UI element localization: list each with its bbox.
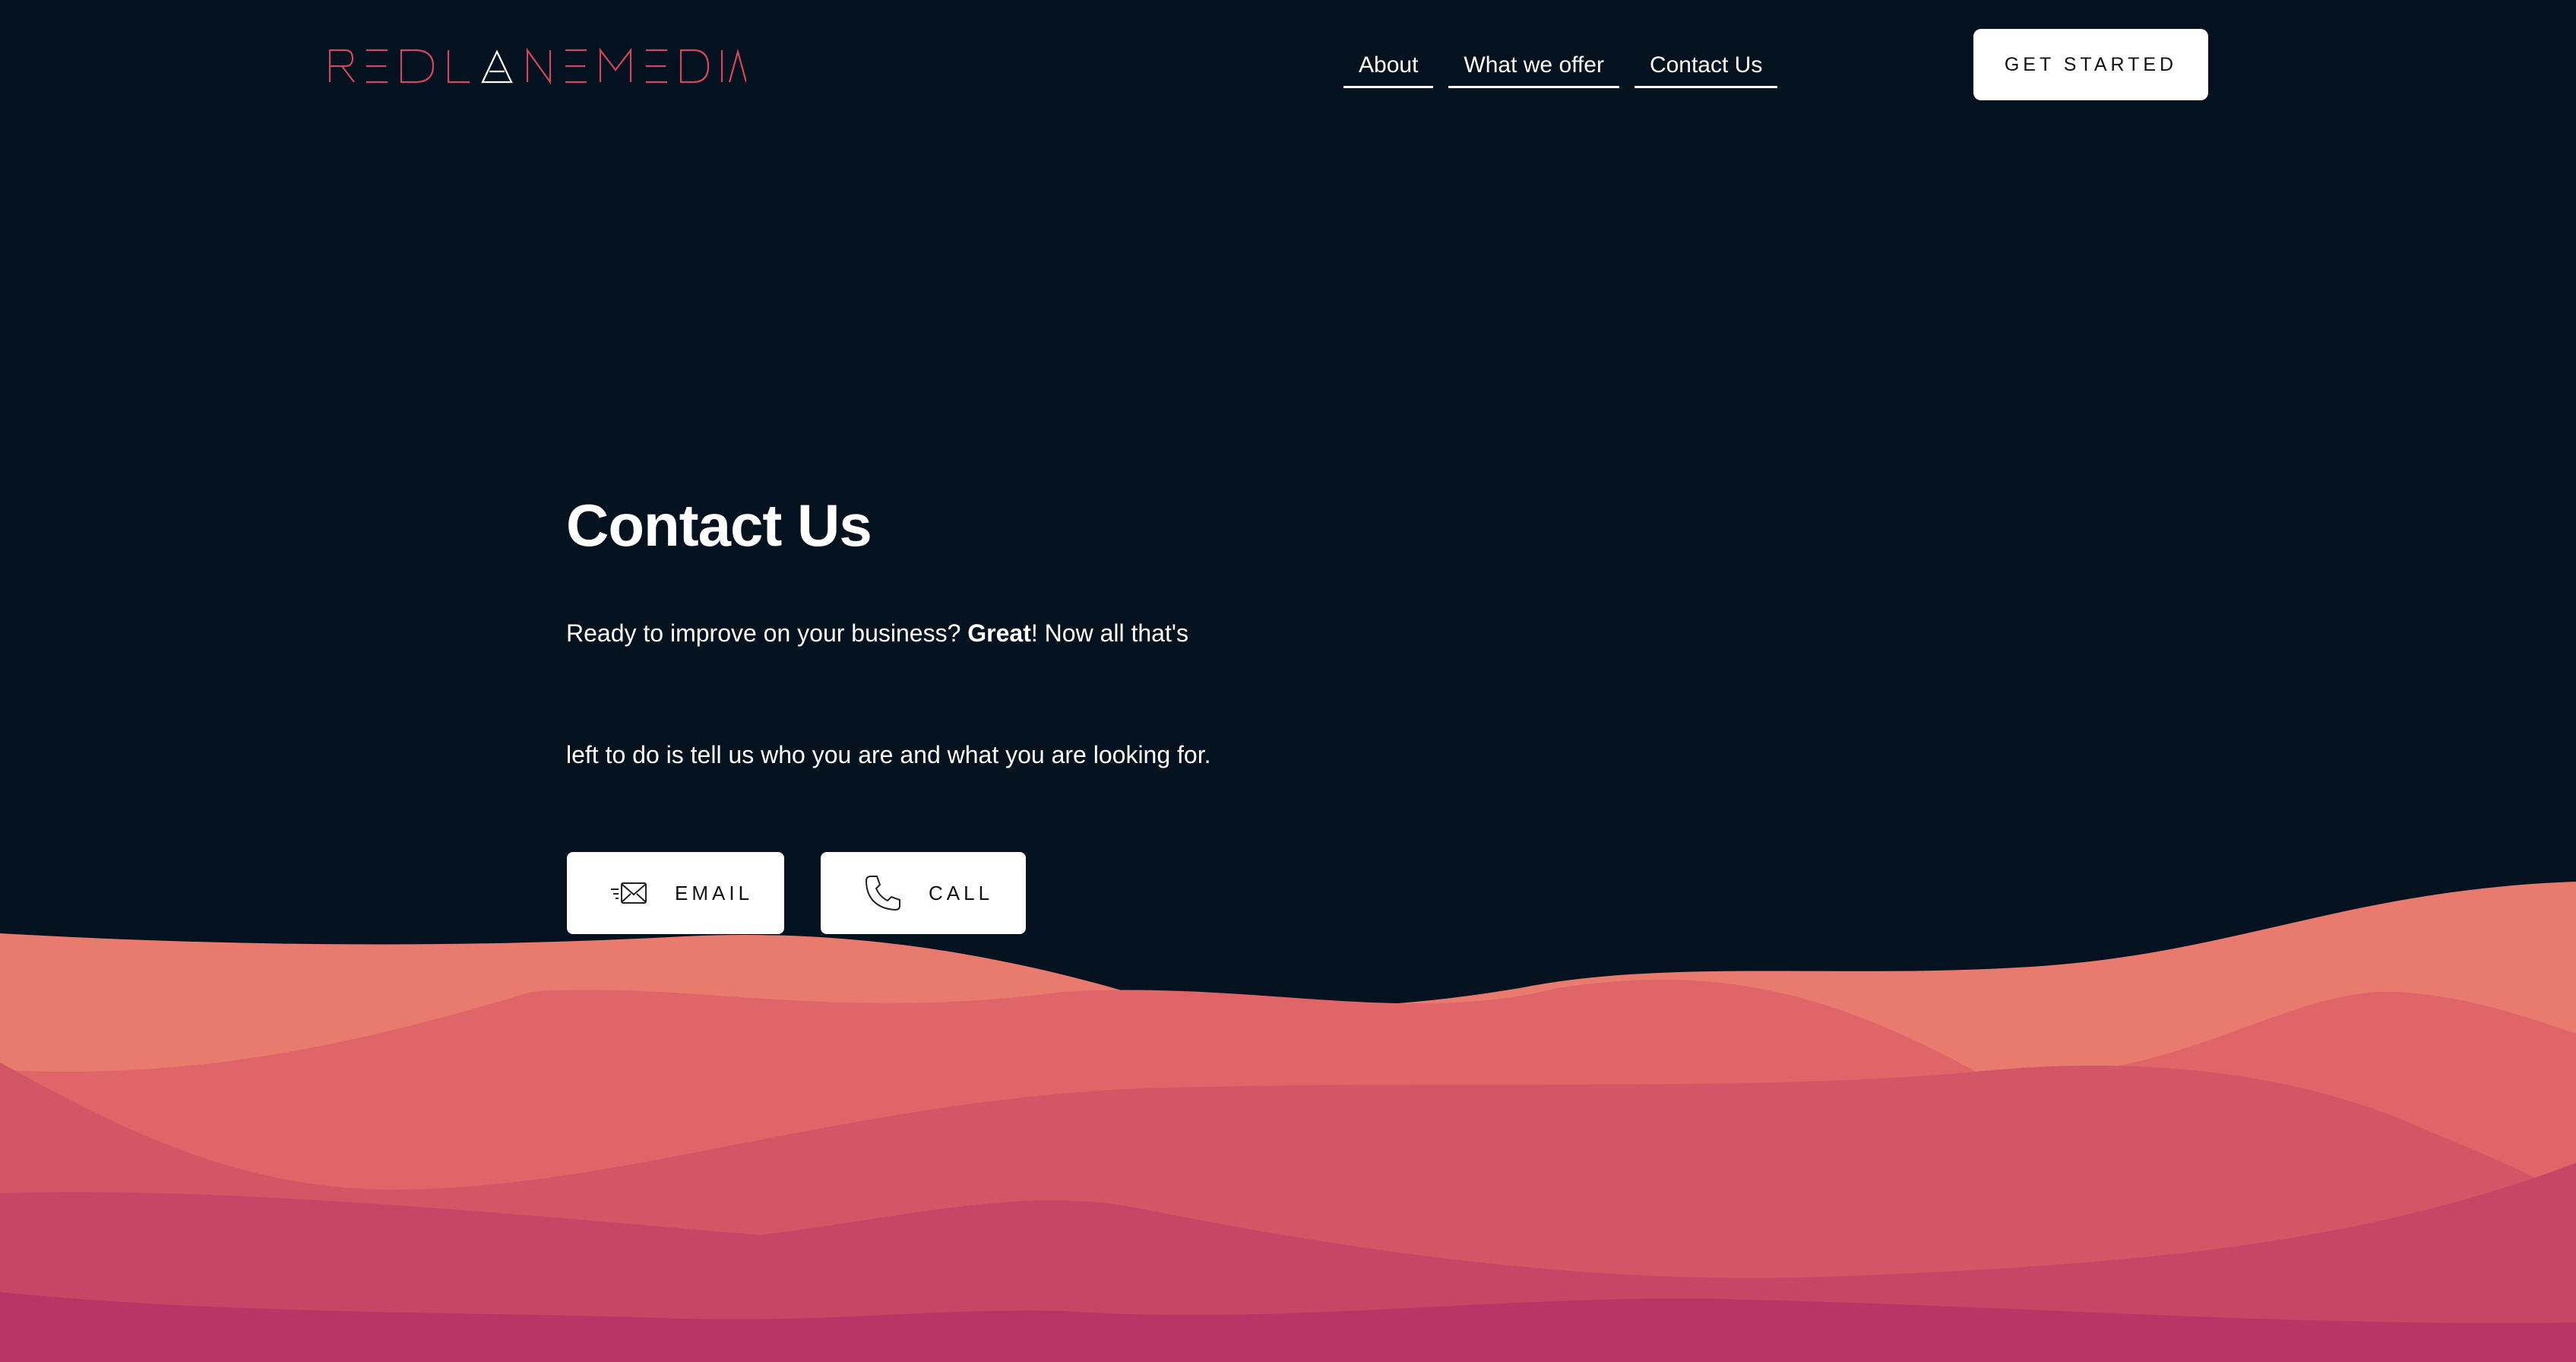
wave-layer-1 — [0, 882, 2576, 1362]
page: REDLANEMEDIA — [0, 0, 2576, 1362]
get-started-button[interactable]: GET STARTED — [1973, 29, 2208, 100]
intro-line-2: left to do is tell us who you are and wh… — [566, 741, 1211, 768]
logo-wordmark — [328, 47, 746, 85]
nav-contact-us[interactable]: Contact Us — [1634, 47, 1778, 88]
intro-emphasis: Great — [967, 619, 1031, 647]
phone-icon — [863, 873, 903, 913]
wave-layer-2 — [0, 980, 2576, 1362]
nav-about[interactable]: About — [1343, 47, 1434, 88]
main-nav: About What we offer Contact Us — [1343, 47, 1778, 88]
page-title: Contact Us — [566, 492, 872, 559]
email-button-label: EMAIL — [675, 881, 754, 904]
logo[interactable]: REDLANEMEDIA — [328, 46, 746, 87]
intro-line-1-start: Ready to improve on your business? — [566, 619, 968, 647]
wave-layer-5 — [0, 1292, 2576, 1362]
intro-line-1: Ready to improve on your business? Great… — [566, 613, 1188, 654]
wave-background — [0, 882, 2576, 1362]
wave-layer-3 — [0, 1063, 2576, 1362]
intro-line-1-end: ! Now all that's — [1030, 619, 1188, 647]
call-button[interactable]: CALL — [821, 852, 1026, 934]
wave-layer-4 — [0, 1163, 2576, 1362]
nav-what-we-offer[interactable]: What we offer — [1448, 47, 1619, 88]
email-button[interactable]: EMAIL — [567, 852, 784, 934]
call-button-label: CALL — [929, 881, 994, 904]
email-fast-icon — [609, 880, 649, 906]
